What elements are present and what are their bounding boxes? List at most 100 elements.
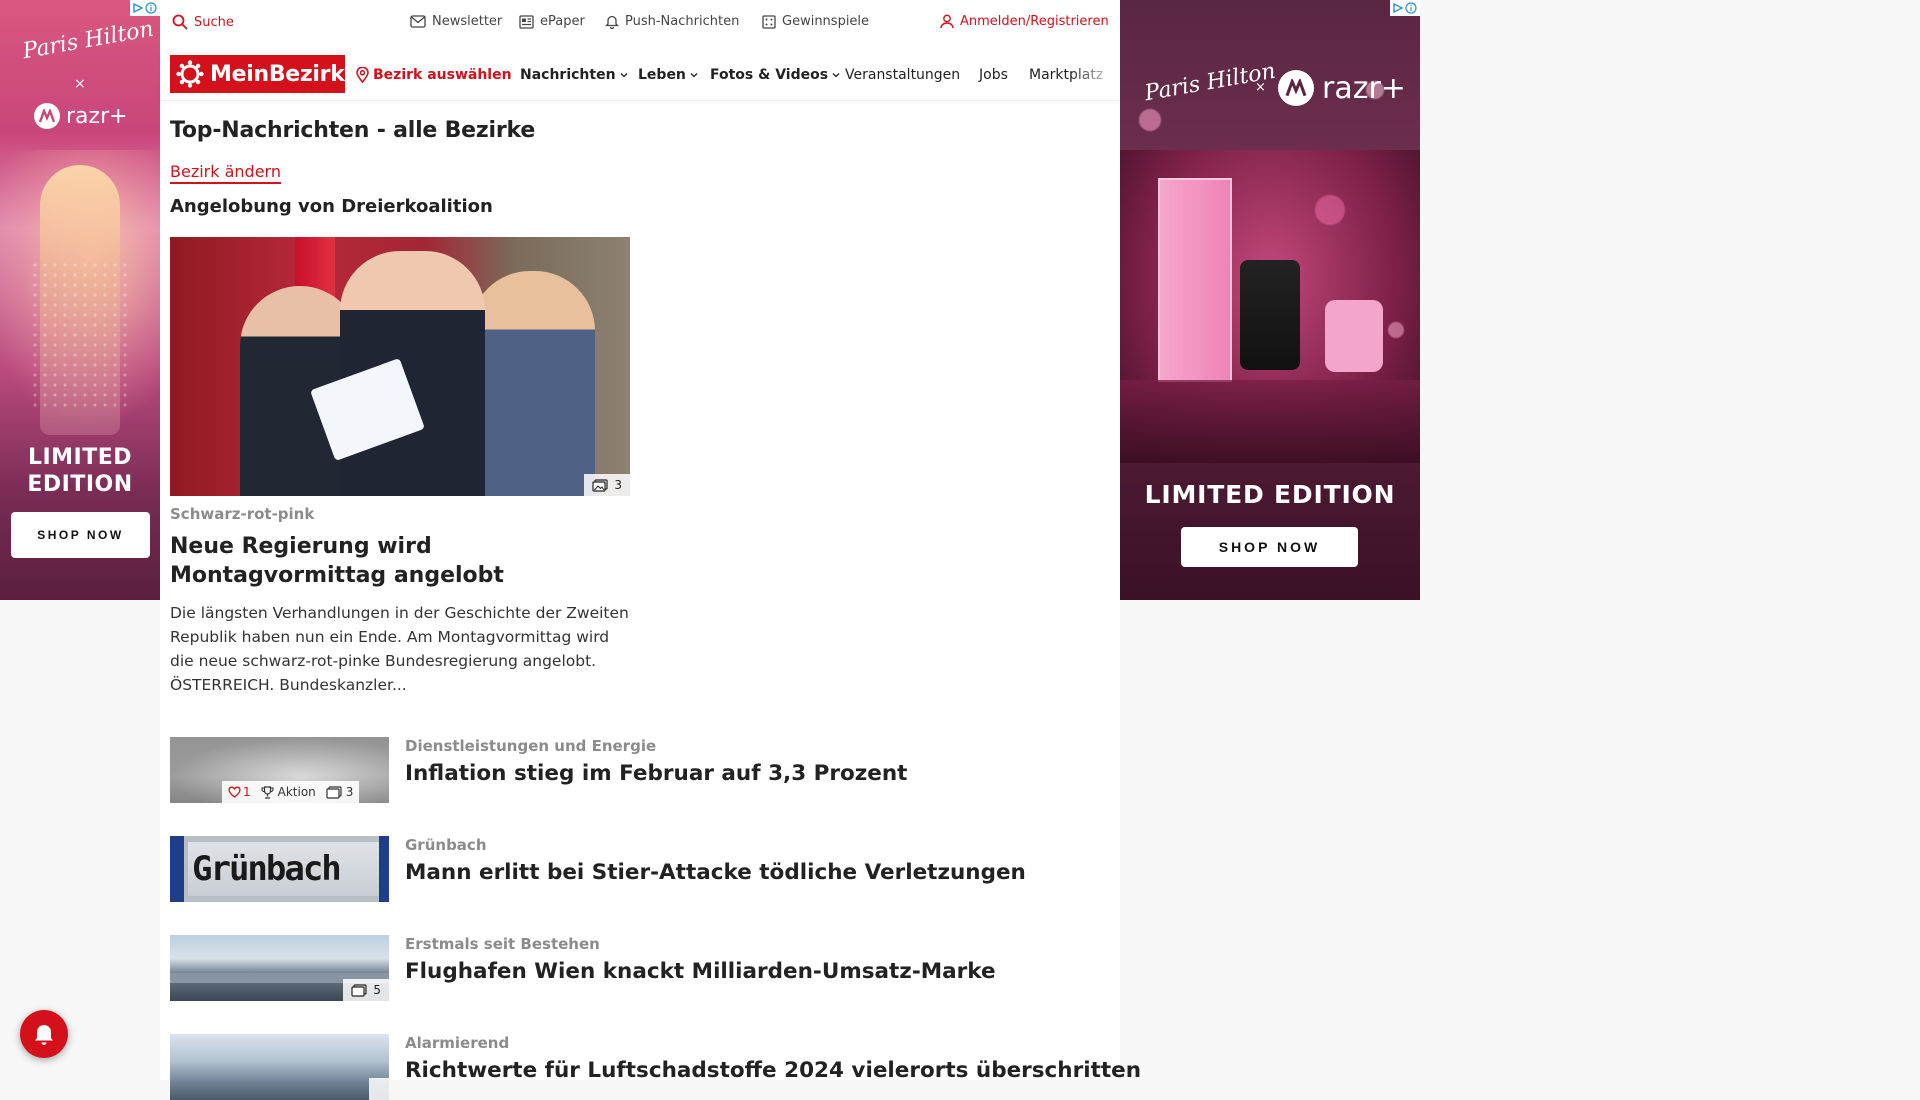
article-item[interactable]: Grünbach Grünbach Mann erlitt bei Stier-… [170,836,1110,902]
ad-reflection-floor [1120,380,1420,463]
nav-item-veranstaltungen[interactable]: Veranstaltungen [845,67,960,83]
sign-border [379,836,389,902]
article-headline[interactable]: Flughafen Wien knackt Milliarden-Umsatz-… [405,959,996,984]
lead-article-kicker: Schwarz-rot-pink [170,505,315,523]
article-kicker: Erstmals seit Bestehen [405,935,600,953]
nav-item-leben[interactable]: Leben [638,67,698,83]
image-icon [326,785,342,799]
ad-choices-icon[interactable] [130,0,160,16]
ad-headline-line-2: EDITION [27,472,133,497]
motorola-logo-icon [1278,70,1314,106]
person-figure [470,271,595,496]
epaper-label: ePaper [540,14,585,29]
lead-article-headline[interactable]: Neue Regierung wird Montagvormittag ange… [170,532,630,590]
lead-article-teaser: Die längsten Verhandlungen in der Geschi… [170,604,629,694]
heart-icon [228,786,241,798]
ad-shop-now-button[interactable]: SHOP NOW [1181,527,1358,567]
action-label: Aktion [277,785,316,799]
section-heading: Angelobung von Dreierkoalition [170,196,493,217]
ad-brand-logo: razr+ [1278,70,1406,106]
lead-article-image[interactable]: 3 [170,237,630,496]
gift-icon [762,14,776,29]
ad-collab-x: × [74,76,86,92]
main-content: Suche Newsletter ePaper Push-Nachrichten… [160,0,1141,1100]
map-pin-icon [356,67,369,83]
district-selector[interactable]: Bezirk auswählen [356,67,512,83]
main-navigation: MeinBezirk Bezirk auswählen Nachrichten … [160,50,1120,101]
article-thumbnail[interactable] [170,1034,389,1100]
photo-count-badge [369,1078,389,1100]
photo-count: 5 [373,983,381,997]
right-advertisement[interactable]: Paris Hilton × razr+ LIMITED EDITION SHO… [1120,0,1420,600]
nav-item-label: Veranstaltungen [845,67,961,83]
chevron-down-icon [620,72,628,78]
nav-item-label: Jobs [979,67,1008,83]
ad-shop-now-button[interactable]: SHOP NOW [11,512,150,558]
article-thumbnail[interactable]: 5 [170,935,389,1001]
nav-item-label: Nachrichten [520,67,616,83]
push-notifications-link[interactable]: Push-Nachrichten [605,14,739,29]
nav-item-nachrichten[interactable]: Nachrichten [520,67,628,83]
newsletter-label: Newsletter [432,14,503,29]
search-icon [172,14,188,30]
image-icon [592,478,608,492]
logo-text: MeinBezirk [210,61,345,87]
article-item[interactable]: Alarmierend Richtwerte für Luftschadstof… [170,1034,1141,1100]
district-selector-label: Bezirk auswählen [373,67,512,83]
article-item[interactable]: 5 Erstmals seit Bestehen Flughafen Wien … [170,935,1110,1001]
article-thumbnail[interactable]: 1 Aktion 3 [170,737,389,803]
nav-item-jobs[interactable]: Jobs [979,67,1008,83]
gewinnspiele-link[interactable]: Gewinnspiele [762,14,869,29]
ad-choices-icon[interactable] [1390,0,1420,16]
town-sign: Grünbach [188,842,382,896]
sign-border [170,836,184,902]
ad-headline: LIMITED EDITION [0,444,160,498]
newsletter-link[interactable]: Newsletter [410,14,502,29]
ad-brand-name: razr+ [66,103,128,129]
ad-brand-logo: razr+ [34,103,128,129]
likes-count: 1 [228,785,251,799]
photo-count: 3 [345,785,354,799]
article-kicker: Dienstleistungen und Energie [405,737,657,755]
article-item[interactable]: 1 Aktion 3 Dienstleistungen und Energie … [170,737,1110,803]
notification-bell-button[interactable] [20,1010,68,1058]
newspaper-icon [519,14,534,29]
article-headline[interactable]: Mann erlitt bei Stier-Attacke tödliche V… [405,860,1026,885]
change-district-link[interactable]: Bezirk ändern [170,162,281,184]
epaper-link[interactable]: ePaper [519,14,585,29]
action-badge: Aktion [261,785,316,799]
article-kicker: Alarmierend [405,1034,510,1052]
login-label: Anmelden/Registrieren [960,14,1109,29]
image-icon [351,983,367,997]
site-logo[interactable]: MeinBezirk [170,55,345,93]
article-thumbnail[interactable]: Grünbach [170,836,389,902]
article-meta-badge: 1 Aktion 3 [222,781,360,803]
search-label: Suche [194,14,234,30]
search-link[interactable]: Suche [172,14,234,30]
ad-product-case [1325,300,1383,372]
page-title: Top-Nachrichten - alle Bezirke [170,118,536,143]
nav-overflow-fade [1070,58,1120,92]
ad-sparkle-decoration [30,260,130,410]
mail-icon [410,15,426,28]
left-advertisement[interactable]: Paris Hilton × razr+ LIMITED EDITION SHO… [0,0,160,600]
ad-product-phone [1240,260,1300,370]
login-link[interactable]: Anmelden/Registrieren [940,14,1109,29]
ad-collab-x: × [1255,80,1266,95]
motorola-logo-icon [34,103,60,129]
nav-item-label: Fotos & Videos [710,67,829,83]
ad-brand-name: razr+ [1322,70,1406,106]
ad-product-box [1158,178,1232,382]
likes-value: 1 [243,785,251,799]
user-icon [940,14,954,29]
article-kicker: Grünbach [405,836,487,854]
article-headline[interactable]: Inflation stieg im Februar auf 3,3 Proze… [405,761,907,786]
article-headline[interactable]: Richtwerte für Luftschadstoffe 2024 viel… [405,1058,1141,1083]
push-notifications-label: Push-Nachrichten [625,14,740,29]
nav-item-fotos-videos[interactable]: Fotos & Videos [710,67,840,83]
bell-icon [605,14,619,29]
ad-headline: LIMITED EDITION [1144,480,1396,509]
gewinnspiele-label: Gewinnspiele [782,14,870,29]
photo-count-badge: 3 [326,785,354,799]
logo-sun-icon [176,60,204,88]
